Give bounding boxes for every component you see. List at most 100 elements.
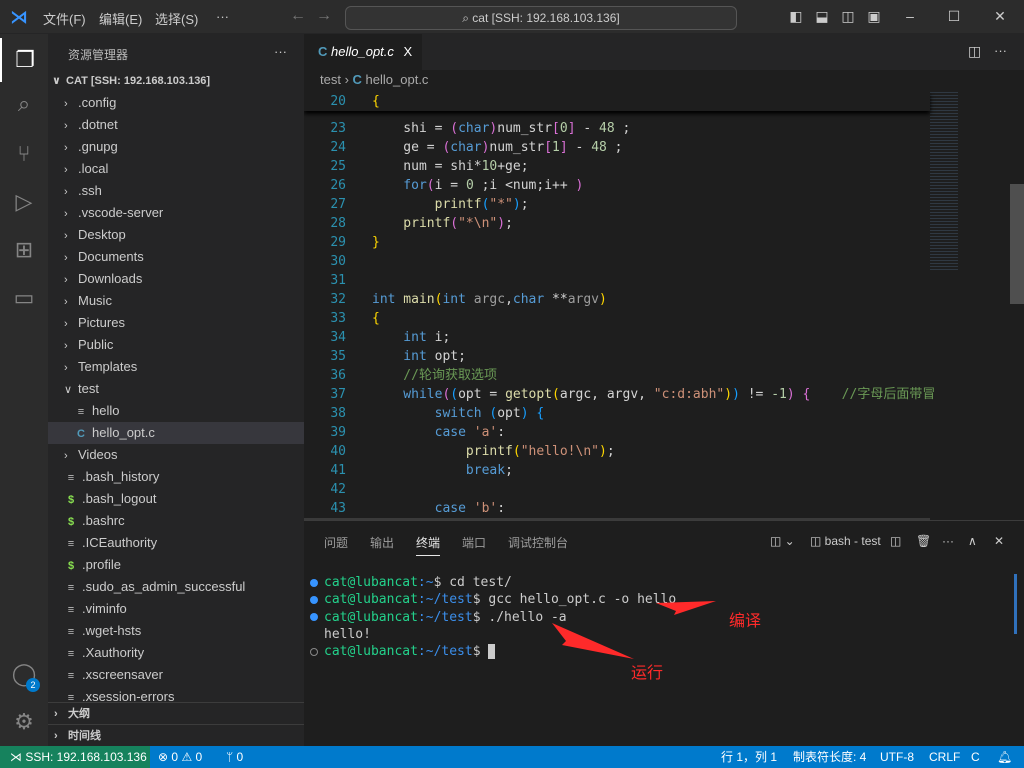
tree-item[interactable]: › Music xyxy=(48,290,304,312)
timeline-section[interactable]: › 时间线 xyxy=(48,724,304,746)
tree-item-label: Templates xyxy=(78,359,138,374)
code-line[interactable]: 27 printf("*"); xyxy=(304,195,930,214)
search-icon[interactable]: ⌕ xyxy=(0,82,48,126)
run-debug-icon[interactable]: ▷ xyxy=(0,180,48,224)
files-icon[interactable]: ❐ xyxy=(0,38,48,82)
account-icon[interactable]: ◯ 2 xyxy=(0,652,48,696)
editor-scrollbar[interactable] xyxy=(1010,184,1024,304)
code-line[interactable]: 33 { xyxy=(304,309,930,328)
tree-item[interactable]: › Videos xyxy=(48,444,304,466)
tree-item[interactable]: ≡ .viminfo xyxy=(48,598,304,620)
tree-item[interactable]: › Desktop xyxy=(48,224,304,246)
tree-item[interactable]: ≡ .sudo_as_admin_successful xyxy=(48,576,304,598)
tree-item[interactable]: › .ssh xyxy=(48,180,304,202)
ports-indicator[interactable]: ᛘ 0 xyxy=(226,746,243,768)
code-line[interactable]: 25 num = shi*10+ge; xyxy=(304,157,930,176)
tree-item[interactable]: › .dotnet xyxy=(48,114,304,136)
chevron-down-icon: ∨ xyxy=(64,384,73,396)
code-line[interactable]: 31 xyxy=(304,271,930,290)
code-line[interactable]: 28 printf("*\n"); xyxy=(304,214,930,233)
menu-selection[interactable]: 选择(S) xyxy=(155,9,198,28)
tree-item[interactable]: › .local xyxy=(48,158,304,180)
menu-more[interactable]: ··· xyxy=(216,9,229,24)
tree-item[interactable]: › Documents xyxy=(48,246,304,268)
tree-item[interactable]: › Public xyxy=(48,334,304,356)
line-ending[interactable]: CRLF xyxy=(929,746,960,768)
split-editor-icon[interactable]: ◫ xyxy=(968,43,981,60)
tree-item[interactable]: $ .bash_logout xyxy=(48,488,304,510)
toggle-panel-icon[interactable]: ⬓ xyxy=(814,8,830,24)
close-window-button[interactable]: ✕ xyxy=(992,8,1008,24)
code-view[interactable]: 20{ 23 shi = (char)num_str[0] - 48 ; 24 ge… xyxy=(304,92,1010,520)
tab-size[interactable]: 制表符长度: 4 xyxy=(793,746,866,768)
workspace-root[interactable]: ∨ CAT [SSH: 192.168.103.136] xyxy=(48,70,304,92)
code-line[interactable]: 37 while((opt = getopt(argc, argv, "c:d:… xyxy=(304,385,935,404)
code-line[interactable]: 29} xyxy=(304,233,930,252)
code-line[interactable]: 43 case 'b': xyxy=(304,499,930,518)
code-line[interactable]: 34 int i; xyxy=(304,328,930,347)
command-center-search[interactable]: ⌕ cat [SSH: 192.168.103.136] xyxy=(345,6,737,30)
editor-more-icon[interactable]: ··· xyxy=(994,43,1007,58)
code-token: num_str xyxy=(497,121,553,136)
source-control-icon[interactable]: ⑂ xyxy=(0,132,48,176)
code-token: ] xyxy=(567,121,576,136)
tree-item[interactable]: › .gnupg xyxy=(48,136,304,158)
encoding[interactable]: UTF-8 xyxy=(880,746,914,768)
code-line[interactable]: 41 break; xyxy=(304,461,930,480)
tree-item[interactable]: ≡ .ICEauthority xyxy=(48,532,304,554)
tree-item[interactable]: Chello_opt.c xyxy=(48,422,304,444)
maximize-button[interactable]: ☐ xyxy=(946,8,962,24)
tab-hello-opt-c[interactable]: C hello_opt.c X xyxy=(304,34,422,70)
tree-item[interactable]: › .config xyxy=(48,92,304,114)
problems-indicator[interactable]: ⊗ 0 ⚠ 0 xyxy=(158,746,202,768)
tree-item[interactable]: ≡ .Xauthority xyxy=(48,642,304,664)
language-mode[interactable]: C xyxy=(971,746,980,768)
code-line[interactable]: 39 case 'a': xyxy=(304,423,930,442)
toggle-sidebar-icon[interactable]: ◧ xyxy=(788,8,804,24)
menu-file[interactable]: 文件(F) xyxy=(43,9,86,28)
menu-edit[interactable]: 编辑(E) xyxy=(99,9,142,28)
minimize-button[interactable]: – xyxy=(902,8,918,24)
forward-button[interactable]: → xyxy=(316,7,332,25)
tree-item[interactable]: › Templates xyxy=(48,356,304,378)
tree-item[interactable]: › Pictures xyxy=(48,312,304,334)
customize-layout-icon[interactable]: ▣ xyxy=(866,8,882,24)
cursor-position[interactable]: 行 1，列 1 xyxy=(721,746,777,768)
tree-item[interactable]: $ .profile xyxy=(48,554,304,576)
code-token: : xyxy=(497,501,506,516)
settings-gear-icon[interactable]: ⚙ xyxy=(0,700,48,744)
breadcrumb-file[interactable]: hello_opt.c xyxy=(366,72,429,87)
extensions-icon[interactable]: ⊞ xyxy=(0,228,48,272)
tree-item[interactable]: ≡ hello xyxy=(48,400,304,422)
code-line[interactable]: 20 { xyxy=(304,92,930,111)
code-line[interactable]: 23 shi = (char)num_str[0] - 48 ; xyxy=(304,119,930,138)
code-line[interactable]: 42 xyxy=(304,480,930,499)
code-line[interactable]: 24 ge = (char)num_str[1] - 48 ; xyxy=(304,138,930,157)
back-button[interactable]: ← xyxy=(290,7,306,25)
notifications-bell-icon[interactable]: 🔔︎ xyxy=(997,746,1012,768)
account-badge: 2 xyxy=(26,678,40,692)
outline-section[interactable]: › 大纲 xyxy=(48,702,304,724)
code-line[interactable]: 38 switch (opt) { xyxy=(304,404,930,423)
code-line[interactable]: 30 xyxy=(304,252,930,271)
code-line[interactable]: 32 int main(int argc,char **argv) xyxy=(304,290,930,309)
code-line[interactable]: 40 printf("hello!\n"); xyxy=(304,442,930,461)
code-line[interactable]: 36 //轮询获取选项 xyxy=(304,366,930,385)
remote-indicator[interactable]: ⋊ SSH: 192.168.103.136 xyxy=(0,746,150,768)
code-token: while xyxy=(372,387,443,402)
toggle-secondary-sidebar-icon[interactable]: ◫ xyxy=(840,8,856,24)
remote-explorer-icon[interactable]: ▭ xyxy=(0,276,48,320)
tree-item[interactable]: ∨ test xyxy=(48,378,304,400)
tree-item[interactable]: $ .bashrc xyxy=(48,510,304,532)
breadcrumb-folder[interactable]: test xyxy=(320,72,341,87)
tree-item[interactable]: › Downloads xyxy=(48,268,304,290)
tree-item[interactable]: ≡ .xscreensaver xyxy=(48,664,304,686)
explorer-more-button[interactable]: ··· xyxy=(274,44,287,59)
tree-item[interactable]: ≡ .bash_history xyxy=(48,466,304,488)
code-line[interactable]: 35 int opt; xyxy=(304,347,930,366)
shell-file-icon: $ xyxy=(67,516,75,528)
tree-item[interactable]: › .vscode-server xyxy=(48,202,304,224)
close-tab-icon[interactable]: X xyxy=(404,44,413,59)
tree-item[interactable]: ≡ .wget-hsts xyxy=(48,620,304,642)
code-line[interactable]: 26 for(i = 0 ;i <num;i++ ) xyxy=(304,176,930,195)
